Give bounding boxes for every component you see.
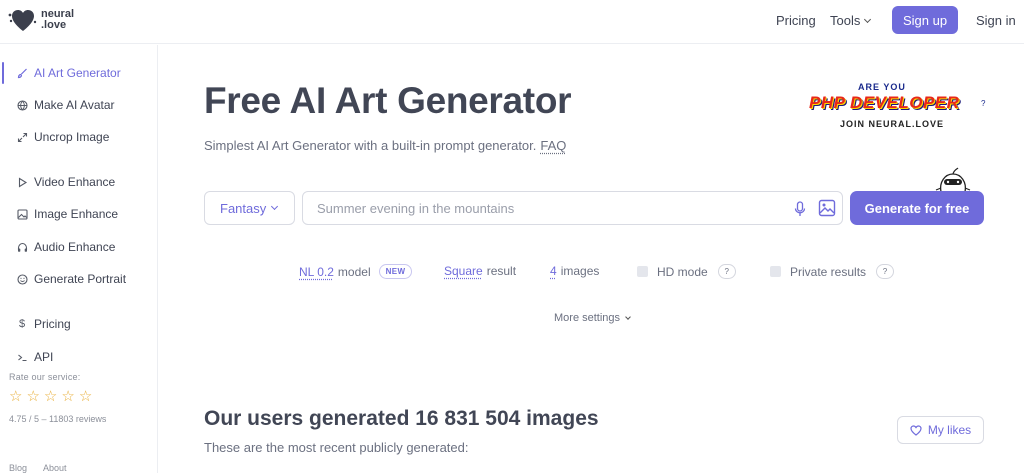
- nav-pricing[interactable]: Pricing: [776, 13, 816, 28]
- footer-link-about[interactable]: About: [43, 463, 67, 473]
- images-count-option[interactable]: 4 images: [550, 264, 599, 278]
- sidebar-item-label: Generate Portrait: [34, 272, 127, 286]
- model-link[interactable]: NL 0.2: [299, 265, 334, 279]
- chevron-down-icon: [625, 313, 631, 320]
- sidebar-item-label: Audio Enhance: [34, 240, 116, 254]
- promo-line2: PHP DEVELOPER: [809, 93, 960, 112]
- page-title: Free AI Art Generator: [204, 80, 572, 121]
- model-option[interactable]: NL 0.2 model NEW: [299, 264, 413, 279]
- sidebar-item-api[interactable]: API: [0, 343, 157, 371]
- nav-tools-dropdown[interactable]: Tools: [830, 13, 872, 28]
- smile-icon: [16, 273, 28, 285]
- brand-name: neural .love: [41, 9, 74, 31]
- sidebar-item-label: Video Enhance: [34, 175, 116, 189]
- expand-icon: [16, 131, 28, 143]
- generated-count-heading: Our users generated 16 831 504 images: [204, 407, 599, 430]
- headphones-icon: [16, 241, 28, 253]
- signup-button[interactable]: Sign up: [892, 6, 958, 34]
- new-badge: NEW: [378, 264, 413, 279]
- faq-link[interactable]: FAQ: [540, 138, 566, 153]
- generated-subtitle: These are the most recent publicly gener…: [204, 440, 469, 455]
- sidebar-item-video-enhance[interactable]: Video Enhance: [0, 168, 157, 196]
- sidebar-item-ai-art-generator[interactable]: AI Art Generator: [0, 59, 157, 87]
- help-icon[interactable]: ?: [717, 264, 736, 279]
- chevron-down-icon: [271, 202, 279, 211]
- top-header: neural .love Pricing Tools Sign up Sign …: [0, 0, 1024, 44]
- chevron-down-icon: [864, 15, 872, 23]
- promo-line1: ARE YOU: [858, 82, 906, 92]
- sidebar-item-generate-portrait[interactable]: Generate Portrait: [0, 265, 157, 293]
- private-results-label: Private results: [790, 264, 867, 279]
- sidebar-footer-links: Blog About: [9, 463, 67, 473]
- star-icon[interactable]: ☆: [61, 389, 74, 404]
- style-select[interactable]: Fantasy: [204, 191, 295, 225]
- globe-icon: [16, 99, 28, 111]
- sidebar-item-make-ai-avatar[interactable]: Make AI Avatar: [0, 91, 157, 119]
- signin-link[interactable]: Sign in: [976, 13, 1016, 28]
- prompt-input[interactable]: [304, 193, 774, 223]
- my-likes-button[interactable]: My likes: [897, 416, 984, 444]
- sidebar-item-label: Uncrop Image: [34, 130, 110, 144]
- promo-line4: JOIN NEURAL.LOVE: [840, 119, 945, 129]
- star-icon[interactable]: ☆: [26, 389, 39, 404]
- images-count-link[interactable]: 4: [550, 264, 557, 278]
- image-upload-icon[interactable]: [818, 199, 836, 222]
- nav-tools-label: Tools: [830, 13, 861, 28]
- sidebar: AI Art Generator Make AI Avatar Uncrop I…: [0, 45, 158, 473]
- promo-banner[interactable]: ARE YOU PHP DEVELOPER ? JOIN NEURAL.LOVE: [806, 80, 986, 132]
- style-select-value: Fantasy: [220, 200, 267, 216]
- sidebar-item-label: AI Art Generator: [34, 66, 121, 80]
- hd-mode-label: HD mode: [657, 264, 708, 279]
- footer-link-blog[interactable]: Blog: [9, 463, 27, 473]
- brush-icon: [16, 67, 28, 79]
- private-results-checkbox[interactable]: [770, 266, 781, 277]
- terminal-icon: [16, 351, 28, 363]
- sidebar-item-audio-enhance[interactable]: Audio Enhance: [0, 233, 157, 261]
- rating-stars[interactable]: ☆ ☆ ☆ ☆ ☆: [9, 389, 92, 404]
- rate-label: Rate our service:: [9, 372, 81, 382]
- result-text: result: [486, 264, 517, 278]
- heart-logo-icon: [8, 10, 37, 31]
- play-icon: [16, 176, 28, 188]
- sidebar-item-label: Image Enhance: [34, 207, 119, 221]
- more-settings-toggle[interactable]: More settings: [554, 312, 631, 324]
- help-icon[interactable]: ?: [876, 264, 895, 279]
- rating-value: 4.75 / 5 – 11803 reviews: [9, 414, 107, 424]
- hd-mode-option[interactable]: HD mode ?: [637, 264, 736, 279]
- prompt-field[interactable]: [302, 191, 843, 225]
- sidebar-item-label: API: [34, 350, 54, 364]
- more-settings-label: More settings: [554, 312, 621, 324]
- promo-line3: ?: [981, 99, 986, 108]
- sidebar-item-pricing[interactable]: $ Pricing: [0, 310, 157, 338]
- image-icon: [16, 208, 28, 220]
- dollar-icon: $: [18, 318, 26, 330]
- heart-icon: [910, 424, 922, 436]
- result-option[interactable]: Square result: [444, 264, 516, 278]
- star-icon[interactable]: ☆: [79, 389, 92, 404]
- images-text: images: [560, 264, 600, 278]
- sidebar-item-label: Make AI Avatar: [34, 98, 115, 112]
- generate-button[interactable]: Generate for free: [850, 191, 984, 225]
- brand-name-line2: .love: [41, 19, 67, 31]
- hd-mode-checkbox[interactable]: [637, 266, 648, 277]
- private-results-option[interactable]: Private results ?: [770, 264, 895, 279]
- star-icon[interactable]: ☆: [9, 389, 22, 404]
- brand-logo[interactable]: neural .love: [8, 7, 74, 33]
- star-icon[interactable]: ☆: [44, 389, 57, 404]
- microphone-icon[interactable]: [794, 201, 806, 222]
- sidebar-item-image-enhance[interactable]: Image Enhance: [0, 200, 157, 228]
- page-subtitle: Simplest AI Art Generator with a built-i…: [204, 138, 566, 153]
- model-text: model: [337, 264, 371, 279]
- my-likes-label: My likes: [927, 423, 972, 437]
- result-link[interactable]: Square: [444, 264, 483, 278]
- subtitle-text: Simplest AI Art Generator with a built-i…: [204, 138, 537, 153]
- sidebar-item-uncrop-image[interactable]: Uncrop Image: [0, 123, 157, 151]
- sidebar-item-label: Pricing: [34, 317, 71, 331]
